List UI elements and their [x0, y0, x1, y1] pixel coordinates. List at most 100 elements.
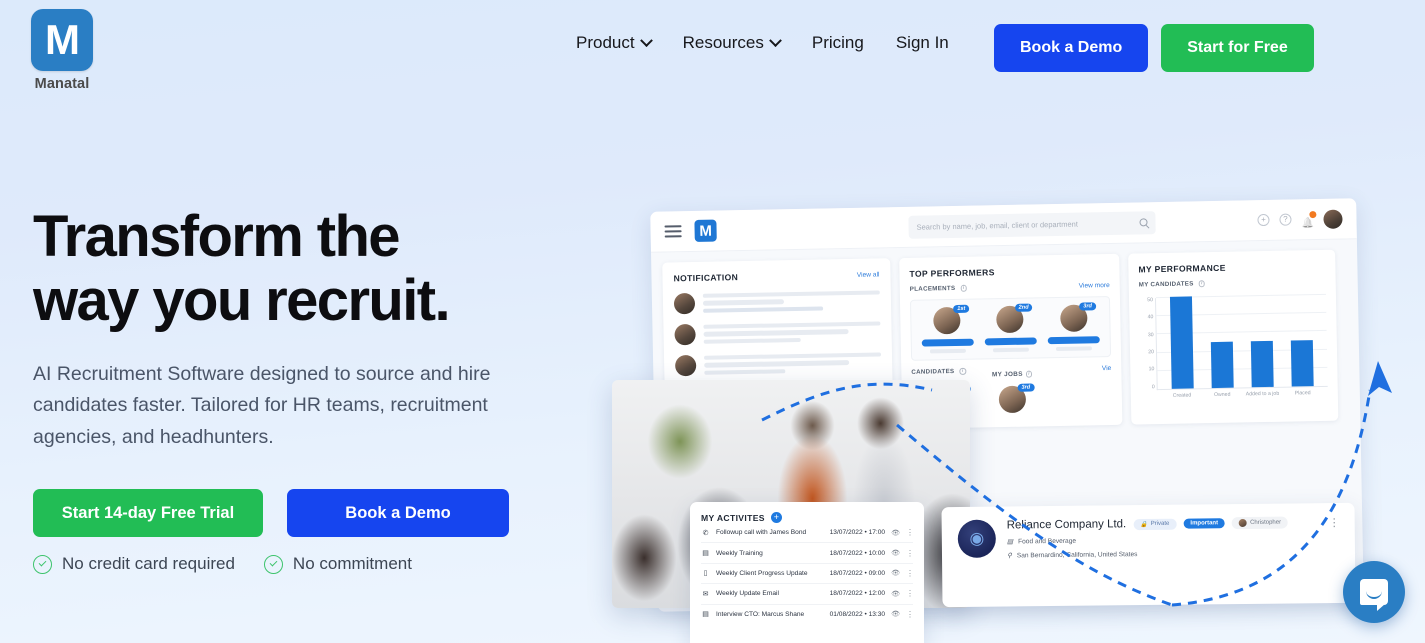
chart-plot-area [1154, 293, 1328, 391]
add-activity-button[interactable]: + [770, 512, 782, 523]
product-screenshot-composite: M Search by name, job, email, client or … [612, 175, 1425, 643]
eye-icon[interactable]: 👁 [891, 569, 900, 577]
table-row[interactable]: ✉ Weekly Update Email 18/07/2022 • 12:00… [701, 584, 914, 605]
performer-2[interactable]: 2nd [983, 303, 1038, 353]
performer-1[interactable]: 1st [920, 304, 975, 354]
chip-label: Private [1150, 520, 1170, 527]
eye-icon[interactable]: 👁 [891, 610, 900, 618]
table-row[interactable]: ✆ Followup call with James Bond 13/07/20… [701, 523, 914, 544]
brand-mark-letter: M [45, 16, 80, 63]
eye-icon[interactable]: 👁 [891, 529, 900, 537]
dashboard-topbar-icons: + ? [1257, 209, 1343, 230]
my-activities-title: MY ACTIVITES [701, 512, 765, 523]
placements-header: PLACEMENTS i View more [910, 282, 1110, 293]
my-jobs-label: MY JOBS i [991, 370, 1033, 379]
y-tick: 40 [1147, 314, 1154, 321]
bar-created [1169, 296, 1194, 389]
candidates-view-link[interactable]: Vie [1102, 365, 1112, 372]
avatar [674, 354, 697, 377]
notification-view-all-link[interactable]: View all [857, 271, 880, 278]
avatar [1239, 518, 1248, 528]
activity-date: 18/07/2022 • 09:00 [829, 569, 886, 577]
info-icon[interactable]: i [1025, 370, 1033, 378]
start-free-trial-button[interactable]: Start 14-day Free Trial [33, 489, 263, 538]
my-jobs-text: MY JOBS [991, 370, 1023, 379]
chart-y-axis: 50 40 30 20 10 0 [1139, 297, 1155, 391]
assurance-label: No credit card required [62, 554, 235, 574]
menu-icon[interactable] [664, 224, 682, 239]
nav-item-product[interactable]: Product [560, 33, 667, 53]
nav-label-sign-in: Sign In [895, 33, 949, 52]
info-icon[interactable]: i [959, 367, 967, 375]
table-row[interactable]: ▤ Interview CTO: Marcus Shane 01/08/2022… [701, 605, 914, 624]
nav-item-pricing[interactable]: Pricing [796, 33, 880, 53]
arrow-head [1368, 361, 1392, 396]
location-label: San Bernardino, California, United State… [1016, 550, 1138, 559]
more-options-icon[interactable]: ⋮ [906, 549, 914, 558]
company-row: ◉ Reliance Company Ltd. 🔒 Private Import… [957, 516, 1339, 560]
my-activities-card: MY ACTIVITES + ✆ Followup call with Jame… [690, 502, 924, 643]
building-icon: ▤ [702, 550, 709, 558]
y-tick: 20 [1148, 349, 1155, 356]
plus-icon[interactable]: + [1257, 213, 1270, 227]
company-header: Reliance Company Ltd. 🔒 Private Importan… [1007, 516, 1318, 531]
eye-icon[interactable]: 👁 [891, 590, 900, 598]
book-demo-button[interactable]: Book a Demo [994, 24, 1149, 72]
performer-3[interactable]: 3rd [1046, 302, 1101, 352]
notification-bell-icon[interactable] [1301, 211, 1317, 225]
y-tick: 50 [1147, 297, 1154, 304]
table-row[interactable]: ▯ Weekly Client Progress Update 18/07/20… [701, 564, 914, 585]
y-tick: 0 [1151, 383, 1155, 391]
chat-widget-button[interactable] [1343, 561, 1405, 623]
bar-added-to-a-job [1250, 340, 1274, 388]
info-icon[interactable]: i [1198, 280, 1206, 287]
notification-badge [1309, 211, 1317, 219]
activity-name: Weekly Training [716, 549, 763, 557]
placements-text: PLACEMENTS [909, 284, 956, 293]
avatar: 3rd [1059, 302, 1097, 332]
performer-bar [921, 338, 974, 347]
dashboard-search-input[interactable]: Search by name, job, email, client or de… [908, 210, 1156, 239]
dashboard-logo-icon: M [694, 219, 717, 242]
nav-item-sign-in[interactable]: Sign In [880, 33, 965, 53]
smile-icon [1366, 591, 1382, 599]
x-tick: Created [1172, 392, 1192, 399]
list-item[interactable] [674, 320, 881, 346]
page-title: Transform the way you recruit. [33, 205, 593, 333]
list-item[interactable] [673, 289, 880, 315]
more-options-icon[interactable]: ⋮ [906, 610, 914, 619]
avatar: 1st [933, 304, 970, 335]
candidates-label: CANDIDATES i [911, 367, 967, 376]
more-options-icon[interactable]: ⋮ [1329, 516, 1339, 529]
check-circle-icon [263, 554, 283, 574]
more-options-icon[interactable]: ⋮ [906, 589, 914, 598]
help-icon[interactable]: ? [1279, 213, 1292, 226]
table-row[interactable]: ▤ Weekly Training 18/07/2022 • 10:00 👁 ⋮ [701, 543, 914, 564]
notification-title: NOTIFICATION [673, 272, 739, 284]
my-performance-title: MY PERFORMANCE [1138, 262, 1226, 275]
more-options-icon[interactable]: ⋮ [906, 569, 914, 578]
calendar-icon: ▤ [702, 611, 709, 619]
x-tick: Added to a job [1245, 390, 1280, 398]
bar-placed [1290, 340, 1314, 387]
industry-icon: ▤ [1006, 538, 1014, 546]
nav-label-product: Product [576, 33, 635, 52]
my-activities-header: MY ACTIVITES + [701, 512, 913, 523]
candidate-performer-2[interactable]: 3rd [985, 383, 1040, 414]
phone-icon: ✆ [702, 529, 709, 537]
nav-item-resources[interactable]: Resources [667, 33, 796, 53]
start-for-free-button[interactable]: Start for Free [1161, 24, 1314, 72]
hero-book-demo-button[interactable]: Book a Demo [287, 489, 509, 538]
list-item[interactable] [674, 351, 882, 377]
avatar: 3rd [998, 383, 1035, 414]
more-options-icon[interactable]: ⋮ [906, 528, 914, 537]
lock-icon: 🔒 [1140, 521, 1148, 528]
info-icon[interactable]: i [960, 284, 967, 292]
user-avatar[interactable] [1323, 209, 1343, 229]
eye-icon[interactable]: 👁 [891, 549, 900, 557]
company-location: ⚲ San Bernardino, California, United Sta… [1007, 548, 1318, 560]
my-candidates-label: MY CANDIDATES i [1139, 278, 1326, 288]
brand-logo[interactable]: M Manatal [30, 9, 94, 92]
placements-view-more-link[interactable]: View more [1079, 282, 1110, 290]
rank-badge: 3rd [1079, 302, 1097, 311]
